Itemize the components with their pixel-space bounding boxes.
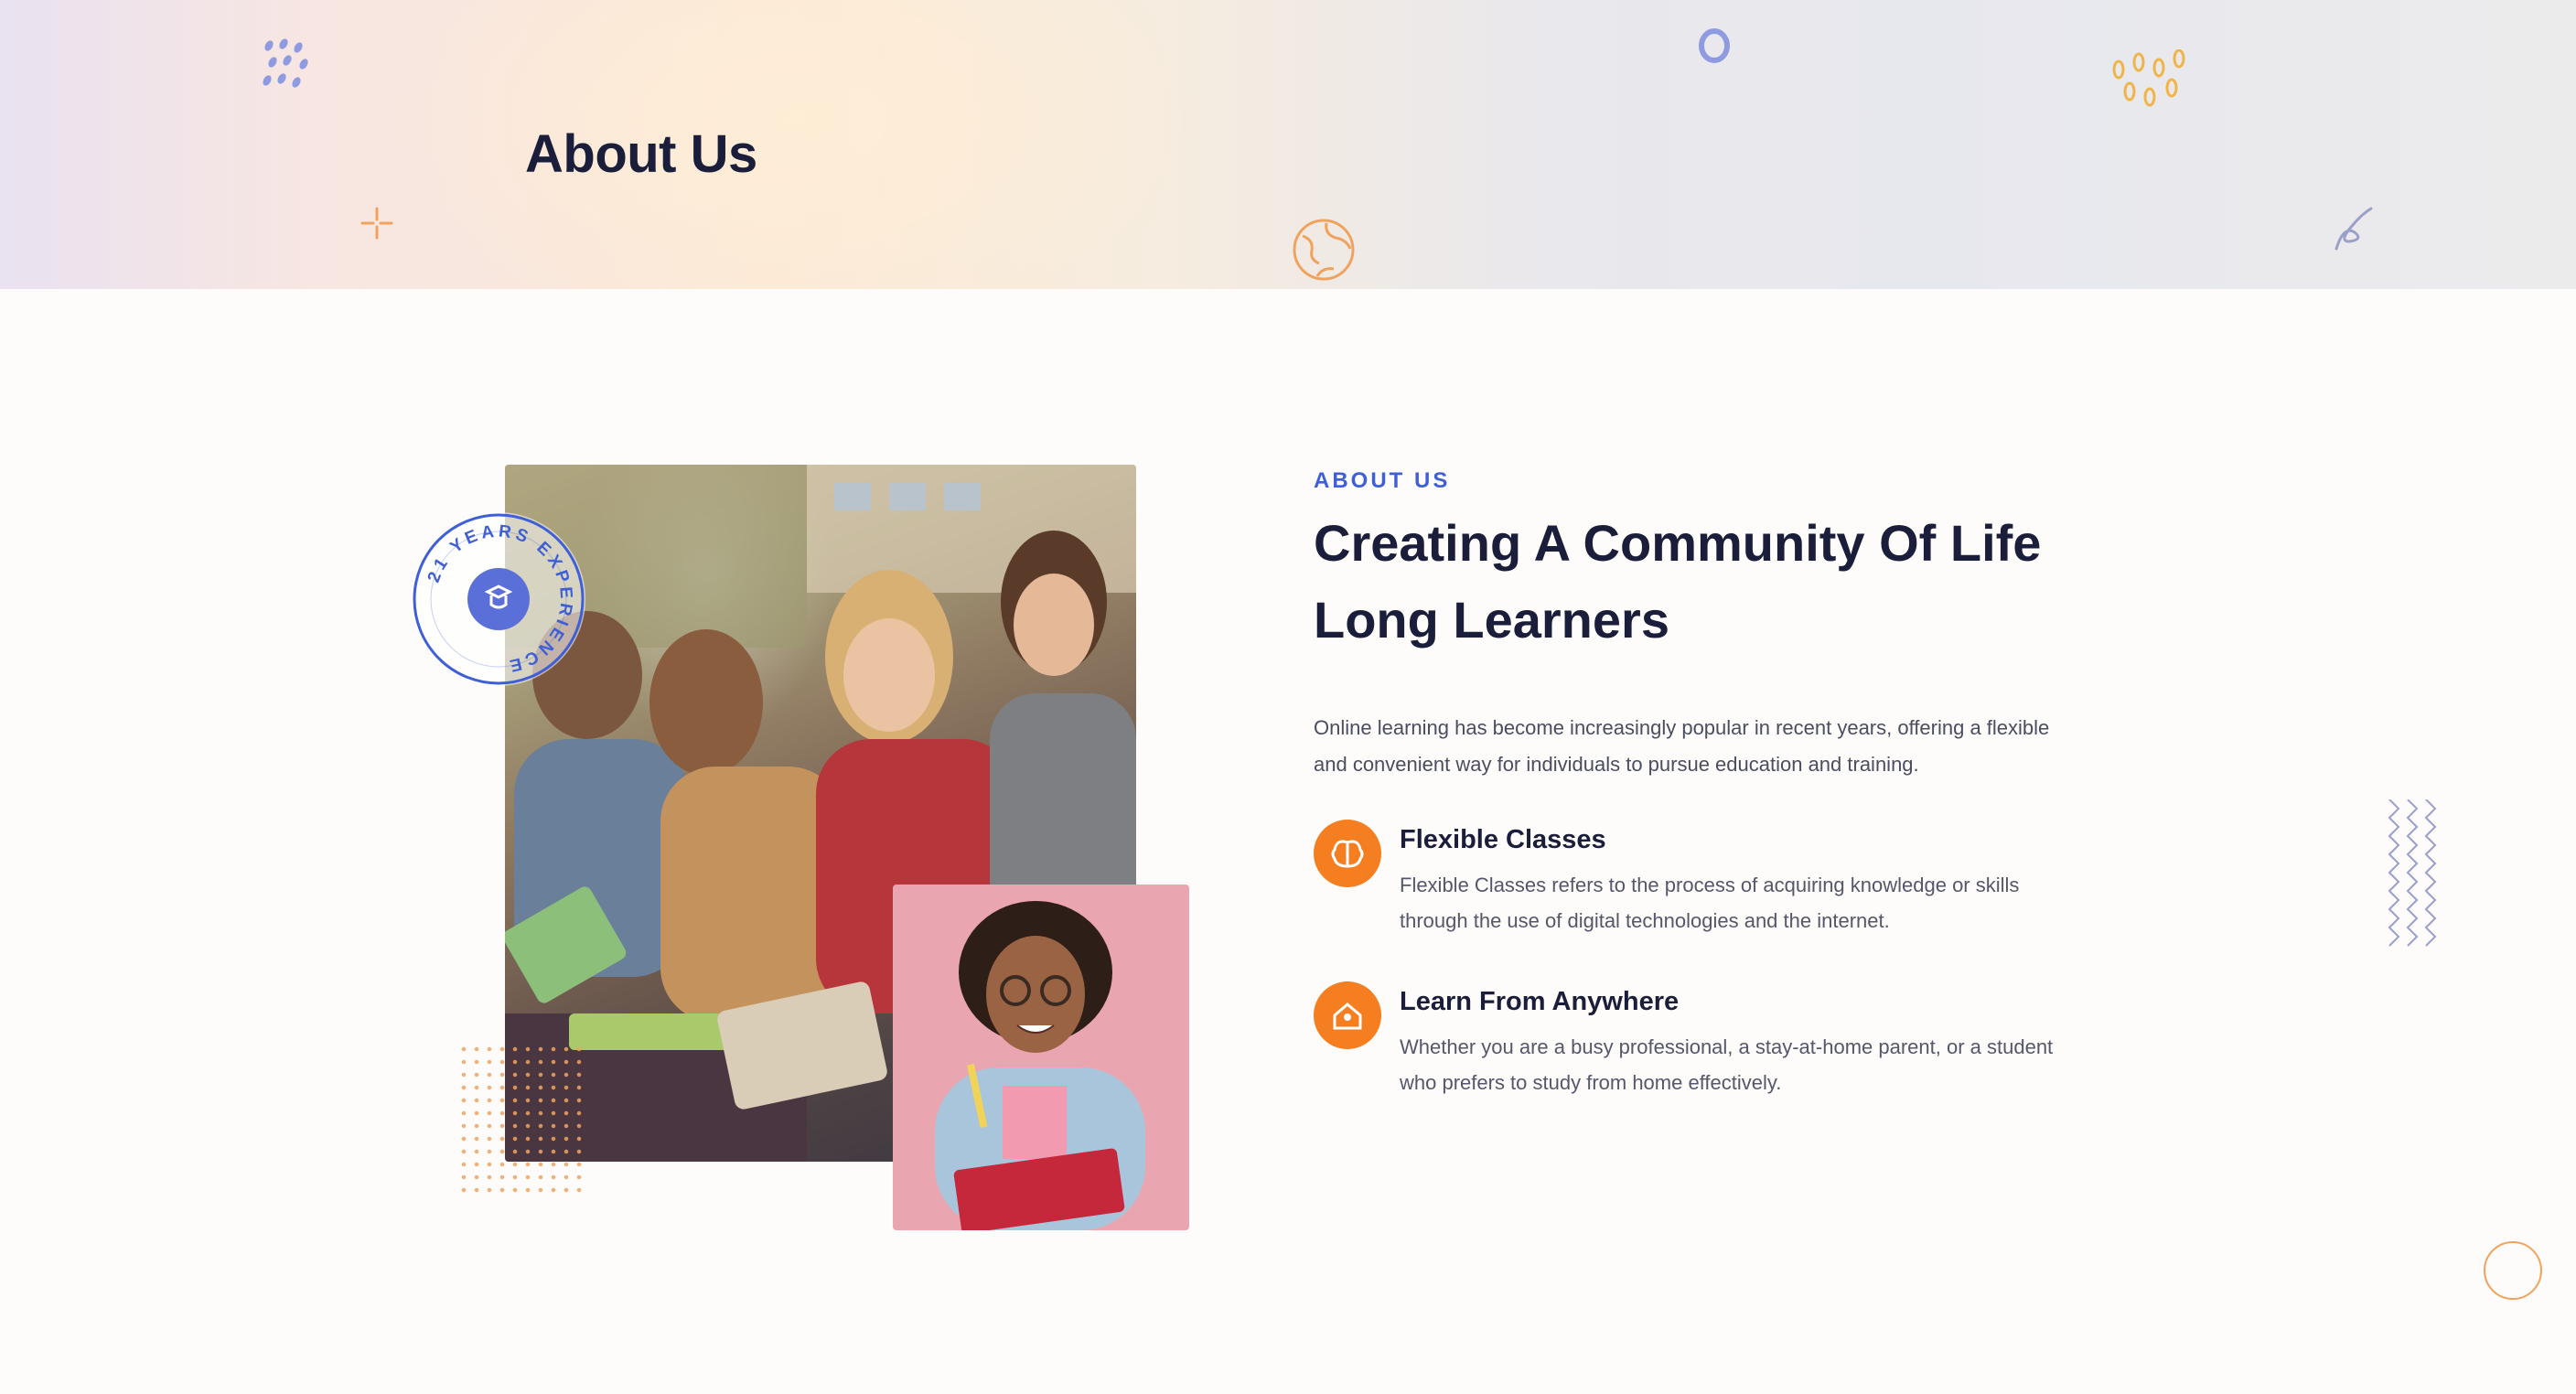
- brain-glyph: [1331, 840, 1364, 868]
- squiggle-icon: [2334, 207, 2373, 251]
- feature-description: Whether you are a busy professional, a s…: [1400, 1035, 2054, 1094]
- page-hero: About Us: [0, 0, 2576, 289]
- section-heading: Creating A Community Of Life Long Learne…: [1314, 514, 2042, 649]
- brain-icon: [1314, 820, 1381, 887]
- ring-icon: [1699, 28, 1730, 63]
- badge-number: 21: [424, 552, 454, 584]
- house-glyph: [1333, 1003, 1362, 1030]
- student-illustration: [935, 901, 1145, 1230]
- hero-glow: [384, 0, 1208, 289]
- section-eyebrow: ABOUT US: [1314, 468, 1451, 493]
- graduation-icon: [484, 584, 513, 609]
- sparkle-icon: [360, 207, 393, 240]
- house-icon: [1314, 981, 1381, 1049]
- drops-decoration-icon: [263, 38, 308, 88]
- years-experience-badge: 21 YEARS EXPERIENCE: [412, 512, 585, 686]
- dots-pattern-decoration: [457, 1043, 582, 1198]
- seeds-decoration-icon: [2112, 49, 2185, 107]
- feature-title: Learn From Anywhere: [1400, 987, 1680, 1016]
- globe-icon: [1293, 219, 1355, 281]
- feature-description: Flexible Classes refers to the process o…: [1400, 874, 2020, 932]
- student-with-book-photo: [893, 885, 1189, 1230]
- zigzag-decoration-icon: [2388, 799, 2437, 947]
- page-title: About Us: [525, 123, 757, 184]
- badge-center-icon: [467, 568, 530, 630]
- feature-title: Flexible Classes: [1400, 825, 1606, 854]
- section-intro: Online learning has become increasingly …: [1314, 716, 2050, 776]
- circle-outline-decoration-icon: [2484, 1241, 2542, 1300]
